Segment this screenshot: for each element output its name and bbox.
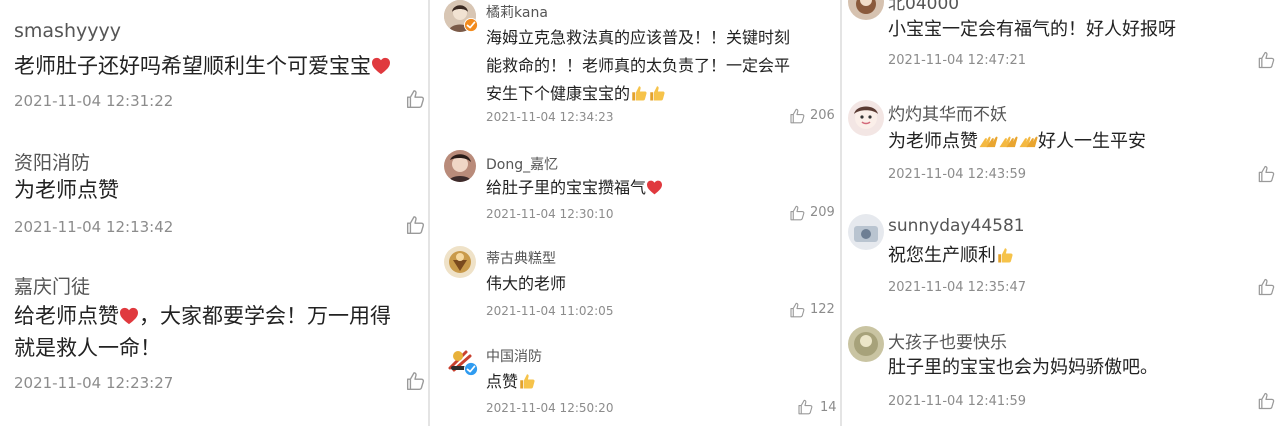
- comment-timestamp: 2021-11-04 12:31:22: [14, 92, 174, 110]
- comment-column-1: smashyyyy 老师肚子还好吗希望顺利生个可爱宝宝 2021-11-04 1…: [0, 0, 428, 426]
- comment-item: 资阳消防 为老师点赞 2021-11-04 12:13:42: [0, 140, 428, 260]
- avatar-image: [848, 214, 884, 250]
- comment-item: 灼灼其华而不妖 为老师点赞 好人一生平安 2021-11-04 12:43:59: [842, 88, 1280, 200]
- avatar[interactable]: [444, 246, 476, 278]
- comment-item: 中国消防 点赞 2021-11-04 12:50:20 14: [430, 336, 840, 426]
- comment-item: Dong_嘉忆 给肚子里的宝宝攒福气 2021-11-04 12:30:10 2…: [430, 140, 840, 236]
- praying-hands-emoji-icon: [978, 133, 998, 149]
- comment-text: 祝您生产顺利: [888, 242, 1014, 270]
- comment-item: sunnyday44581 祝您生产顺利 2021-11-04 12:35:47: [842, 200, 1280, 312]
- heart-emoji-icon: [119, 307, 139, 325]
- comment-author[interactable]: 中国消防: [486, 346, 542, 366]
- comment-text: 小宝宝一定会有福气的！好人好报呀: [888, 19, 1176, 40]
- like-count: 14: [820, 400, 837, 415]
- comment-text-content: 为老师点赞: [888, 131, 978, 152]
- comment-text: 为老师点赞: [14, 178, 119, 202]
- comment-text-content: 海姆立克急救法真的应该普及！！关键时刻: [486, 28, 791, 47]
- thumbs-up-icon[interactable]: [1256, 277, 1276, 297]
- comment-author[interactable]: sunnyday44581: [888, 216, 1025, 236]
- avatar-image: [444, 150, 476, 182]
- thumbs-up-emoji-icon: [648, 84, 666, 102]
- praying-hands-emoji-icon: [998, 133, 1018, 149]
- comment-timestamp: 2021-11-04 12:43:59: [888, 167, 1027, 182]
- comment-text: 海姆立克急救法真的应该普及！！关键时刻 能救命的！！老师真的太负责了！一定会平 …: [486, 24, 790, 108]
- heart-emoji-icon: [371, 57, 391, 75]
- comment-column-2: 橘莉kana 海姆立克急救法真的应该普及！！关键时刻 能救命的！！老师真的太负责…: [430, 0, 840, 426]
- comment-item: 蒂古典糕型 伟大的老师 2021-11-04 11:02:05 122: [430, 236, 840, 336]
- comment-text: 肚子里的宝宝也会为妈妈骄傲吧。: [888, 357, 1158, 378]
- avatar[interactable]: [444, 150, 476, 182]
- comment-text-content: 祝您生产顺利: [888, 245, 996, 266]
- comment-author[interactable]: 嘉庆门徒: [14, 272, 90, 299]
- comment-text: 为老师点赞 好人一生平安: [888, 128, 1146, 156]
- avatar[interactable]: [848, 214, 884, 250]
- comment-author[interactable]: 北04000: [888, 0, 959, 14]
- thumbs-up-icon[interactable]: [788, 301, 806, 319]
- comment-timestamp: 2021-11-04 12:50:20: [486, 401, 614, 415]
- comment-text-content: 老师肚子还好吗希望顺利生个可爱宝宝: [14, 54, 371, 78]
- comment-text: 伟大的老师: [486, 274, 567, 293]
- thumbs-up-emoji-icon: [630, 84, 648, 102]
- verified-badge-icon: [464, 362, 478, 376]
- comment-author[interactable]: 灼灼其华而不妖: [888, 100, 1007, 125]
- thumbs-up-icon[interactable]: [404, 370, 426, 392]
- comment-text-content: 安生下个健康宝宝的: [486, 84, 631, 103]
- avatar-image: [848, 0, 884, 20]
- comment-text-content: 给老师点赞: [14, 304, 119, 328]
- comment-timestamp: 2021-11-04 12:34:23: [486, 110, 614, 124]
- thumbs-up-icon[interactable]: [1256, 391, 1276, 411]
- thumbs-up-emoji-icon: [996, 246, 1014, 264]
- comment-timestamp: 2021-11-04 12:47:21: [888, 53, 1027, 68]
- comment-text: 老师肚子还好吗希望顺利生个可爱宝宝: [14, 50, 391, 82]
- comment-item: 北04000 小宝宝一定会有福气的！好人好报呀 2021-11-04 12:47…: [842, 0, 1280, 88]
- comment-item: 嘉庆门徒 给老师点赞 ，大家都要学会！万一用得 就是救人一命！ 2021-11-0…: [0, 260, 428, 426]
- thumbs-up-icon[interactable]: [1256, 50, 1276, 70]
- comment-item: 大孩子也要快乐 肚子里的宝宝也会为妈妈骄傲吧。 2021-11-04 12:41…: [842, 312, 1280, 426]
- comment-author[interactable]: smashyyyy: [14, 20, 121, 42]
- comment-text-content: 能救命的！！老师真的太负责了！一定会平: [486, 56, 791, 75]
- comment-author[interactable]: 大孩子也要快乐: [888, 328, 1007, 353]
- thumbs-up-icon[interactable]: [404, 214, 426, 236]
- avatar-image: [848, 326, 884, 362]
- heart-emoji-icon: [646, 180, 663, 195]
- comment-item: smashyyyy 老师肚子还好吗希望顺利生个可爱宝宝 2021-11-04 1…: [0, 0, 428, 140]
- comment-text-content: 给肚子里的宝宝攒福气: [486, 178, 647, 197]
- comment-timestamp: 2021-11-04 12:13:42: [14, 218, 174, 236]
- comment-text: 点赞: [486, 368, 536, 396]
- comment-timestamp: 2021-11-04 12:35:47: [888, 280, 1027, 295]
- comment-timestamp: 2021-11-04 12:30:10: [486, 207, 614, 221]
- thumbs-up-icon[interactable]: [404, 88, 426, 110]
- comment-text-content: ，大家都要学会！万一用得: [139, 304, 391, 328]
- thumbs-up-icon[interactable]: [1256, 164, 1276, 184]
- avatar[interactable]: [848, 0, 884, 20]
- thumbs-up-emoji-icon: [518, 372, 536, 390]
- comment-author[interactable]: 资阳消防: [14, 148, 90, 175]
- like-count: 209: [810, 205, 835, 220]
- thumbs-up-icon[interactable]: [788, 204, 806, 222]
- comment-author[interactable]: Dong_嘉忆: [486, 154, 558, 174]
- comment-item: 橘莉kana 海姆立克急救法真的应该普及！！关键时刻 能救命的！！老师真的太负责…: [430, 0, 840, 140]
- like-count: 122: [810, 302, 835, 317]
- avatar[interactable]: [848, 326, 884, 362]
- avatar[interactable]: [848, 100, 884, 136]
- thumbs-up-icon[interactable]: [788, 107, 806, 125]
- praying-hands-emoji-icon: [1018, 133, 1038, 149]
- thumbs-up-icon[interactable]: [796, 398, 814, 416]
- avatar-image: [848, 100, 884, 136]
- comment-author[interactable]: 蒂古典糕型: [486, 248, 556, 268]
- comment-timestamp: 2021-11-04 11:02:05: [486, 304, 614, 318]
- comment-text-content: 好人一生平安: [1038, 131, 1146, 152]
- like-count: 206: [810, 108, 835, 123]
- comment-text-content: 就是救人一命！: [14, 336, 161, 360]
- comment-column-3: 北04000 小宝宝一定会有福气的！好人好报呀 2021-11-04 12:47…: [842, 0, 1280, 426]
- comment-timestamp: 2021-11-04 12:23:27: [14, 374, 174, 392]
- comment-text: 给老师点赞 ，大家都要学会！万一用得 就是救人一命！: [14, 300, 391, 364]
- comment-author[interactable]: 橘莉kana: [486, 2, 548, 22]
- avatar-image: [444, 246, 476, 278]
- verified-badge-icon: [464, 18, 478, 32]
- comment-text-content: 点赞: [486, 372, 519, 391]
- comment-timestamp: 2021-11-04 12:41:59: [888, 394, 1027, 409]
- comment-text: 给肚子里的宝宝攒福气: [486, 174, 663, 202]
